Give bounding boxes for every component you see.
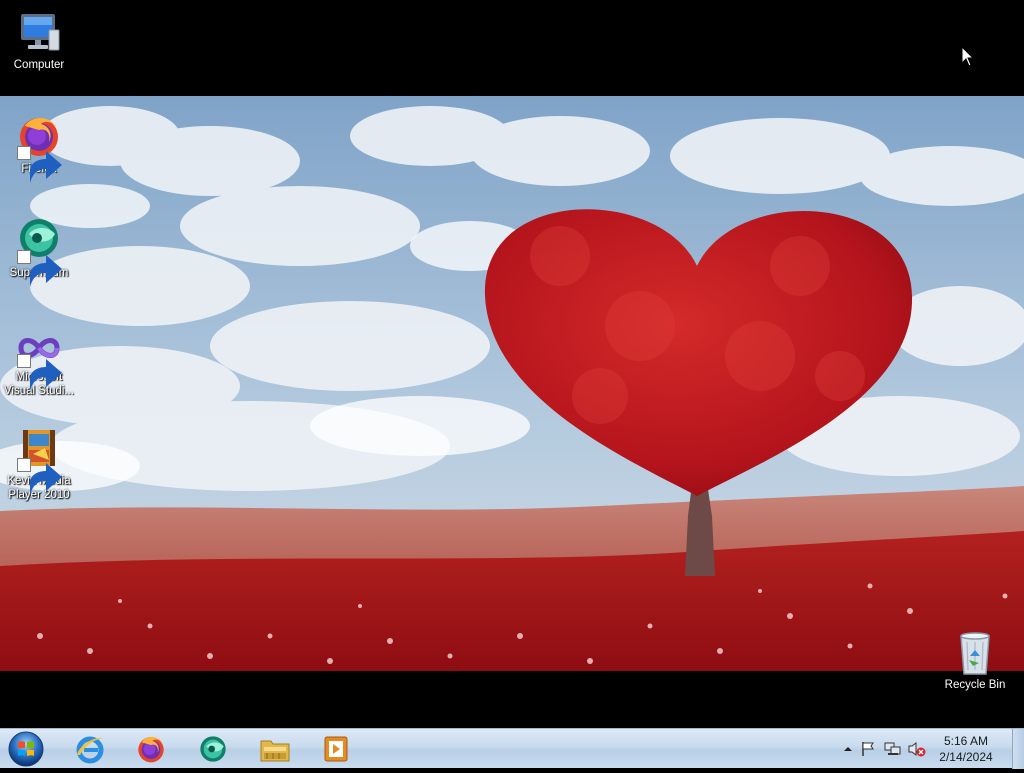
desktop-icon-visual-studio[interactable]: Microsoft Visual Studi... — [1, 328, 77, 398]
desktop-icon-recycle-bin[interactable]: Recycle Bin — [937, 630, 1013, 692]
windows-start-orb-icon — [8, 731, 44, 767]
media-player-icon — [324, 736, 348, 762]
supermium-icon — [200, 736, 226, 762]
desktop-icon-supermium[interactable]: Supermium — [1, 216, 77, 287]
firefox-icon — [138, 737, 164, 763]
taskbar-clock[interactable]: 5:16 AM 2/14/2024 — [935, 733, 997, 765]
computer-icon — [15, 8, 63, 56]
clock-time: 5:16 AM — [943, 734, 989, 748]
shortcut-arrow-icon — [17, 146, 62, 183]
shortcut-arrow-icon — [17, 250, 62, 287]
media-player-icon — [15, 424, 63, 495]
show-hidden-icons-arrow-icon[interactable] — [840, 741, 856, 757]
shortcut-arrow-icon — [17, 458, 62, 495]
desktop-icon-kevin-media-player[interactable]: Kevin Media Player 2010 — [1, 424, 77, 502]
mouse-pointer-icon — [961, 45, 975, 68]
shortcut-arrow-icon — [17, 354, 62, 391]
firefox-icon — [15, 112, 63, 183]
supermium-icon — [15, 216, 63, 287]
internet-explorer-icon — [76, 736, 104, 764]
start-button[interactable] — [6, 730, 46, 768]
taskbar: 5:16 AM 2/14/2024 — [0, 728, 1024, 769]
folder-icon — [260, 740, 290, 762]
clock-date: 2/14/2024 — [939, 750, 993, 764]
network-icon[interactable] — [884, 741, 901, 757]
visual-studio-icon — [15, 328, 63, 391]
taskbar-windows-explorer[interactable] — [247, 731, 303, 767]
desktop-icon-label: Computer — [13, 59, 65, 71]
taskbar-media-player[interactable] — [308, 731, 364, 767]
taskbar-firefox[interactable] — [123, 731, 179, 767]
system-tray: 5:16 AM 2/14/2024 — [834, 729, 1024, 769]
desktop-icon-computer[interactable]: Computer — [1, 8, 77, 72]
taskbar-internet-explorer[interactable] — [62, 731, 118, 767]
show-desktop-button[interactable] — [1012, 729, 1024, 769]
volume-muted-icon[interactable] — [908, 741, 926, 757]
heart-tree-wallpaper — [0, 96, 1024, 671]
taskbar-supermium[interactable] — [185, 731, 241, 767]
desktop-icon-label: Recycle Bin — [944, 679, 1006, 691]
desktop-icon-firefox[interactable]: Firefox — [1, 112, 77, 183]
desktop: Computer Firefox — [0, 0, 1024, 728]
recycle-bin-icon — [951, 630, 999, 676]
action-center-flag-icon[interactable] — [860, 741, 876, 757]
